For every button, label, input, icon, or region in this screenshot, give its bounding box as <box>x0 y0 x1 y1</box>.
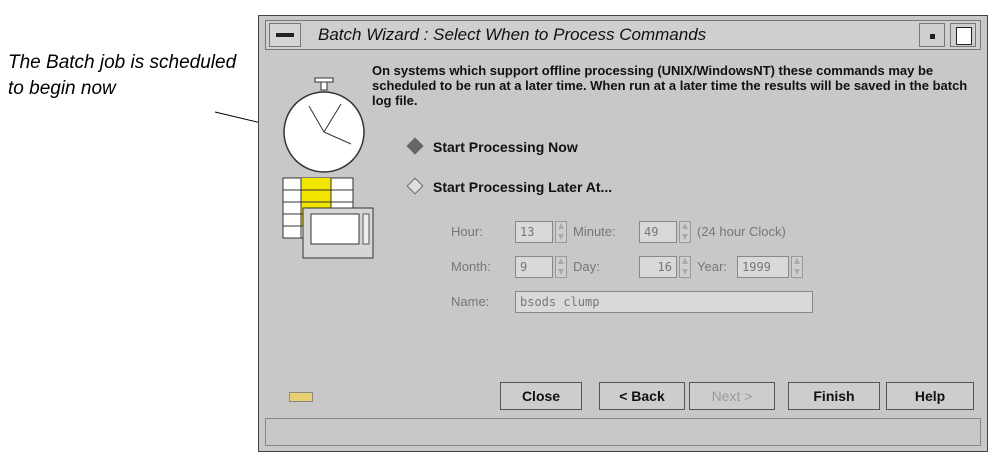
name-field[interactable]: bsods clump <box>515 291 813 313</box>
minute-spinner[interactable] <box>679 221 691 243</box>
year-label: Year: <box>697 259 727 274</box>
hour-spinner[interactable] <box>555 221 567 243</box>
hour-label: Hour: <box>451 224 483 239</box>
description-text: On systems which support offline process… <box>372 63 968 108</box>
status-bar <box>265 418 981 446</box>
window-title: Batch Wizard : Select When to Process Co… <box>318 25 707 44</box>
close-button[interactable]: Close <box>500 382 582 410</box>
year-field[interactable]: 1999 <box>737 256 789 278</box>
day-spinner[interactable] <box>679 256 691 278</box>
hour-field[interactable]: 13 <box>515 221 553 243</box>
minute-field[interactable]: 49 <box>639 221 677 243</box>
next-button[interactable]: Next > <box>689 382 775 410</box>
minimize-button[interactable] <box>919 23 945 47</box>
back-button[interactable]: < Back <box>599 382 685 410</box>
month-spinner[interactable] <box>555 256 567 278</box>
stopwatch-icon <box>283 77 365 173</box>
month-field[interactable]: 9 <box>515 256 553 278</box>
minute-label: Minute: <box>573 224 616 239</box>
radio-start-now[interactable]: Start Processing Now <box>406 137 578 155</box>
year-spinner[interactable] <box>791 256 803 278</box>
help-button[interactable]: Help <box>886 382 974 410</box>
radio-selected-icon <box>406 137 424 155</box>
name-label: Name: <box>451 294 490 309</box>
day-field[interactable]: 16 <box>639 256 677 278</box>
radio-start-later[interactable]: Start Processing Later At... <box>406 177 612 195</box>
batch-spreadsheet-icon <box>282 177 374 259</box>
radio-unselected-icon <box>406 177 424 195</box>
title-bar: Batch Wizard : Select When to Process Co… <box>265 20 981 50</box>
batch-wizard-window: Batch Wizard : Select When to Process Co… <box>258 15 988 452</box>
status-led-icon <box>289 392 313 402</box>
day-label: Day: <box>573 259 600 274</box>
clock-note: (24 hour Clock) <box>697 224 786 239</box>
month-label: Month: <box>451 259 491 274</box>
window-menu-button[interactable] <box>269 23 301 47</box>
maximize-button[interactable] <box>950 23 976 47</box>
finish-button[interactable]: Finish <box>788 382 880 410</box>
